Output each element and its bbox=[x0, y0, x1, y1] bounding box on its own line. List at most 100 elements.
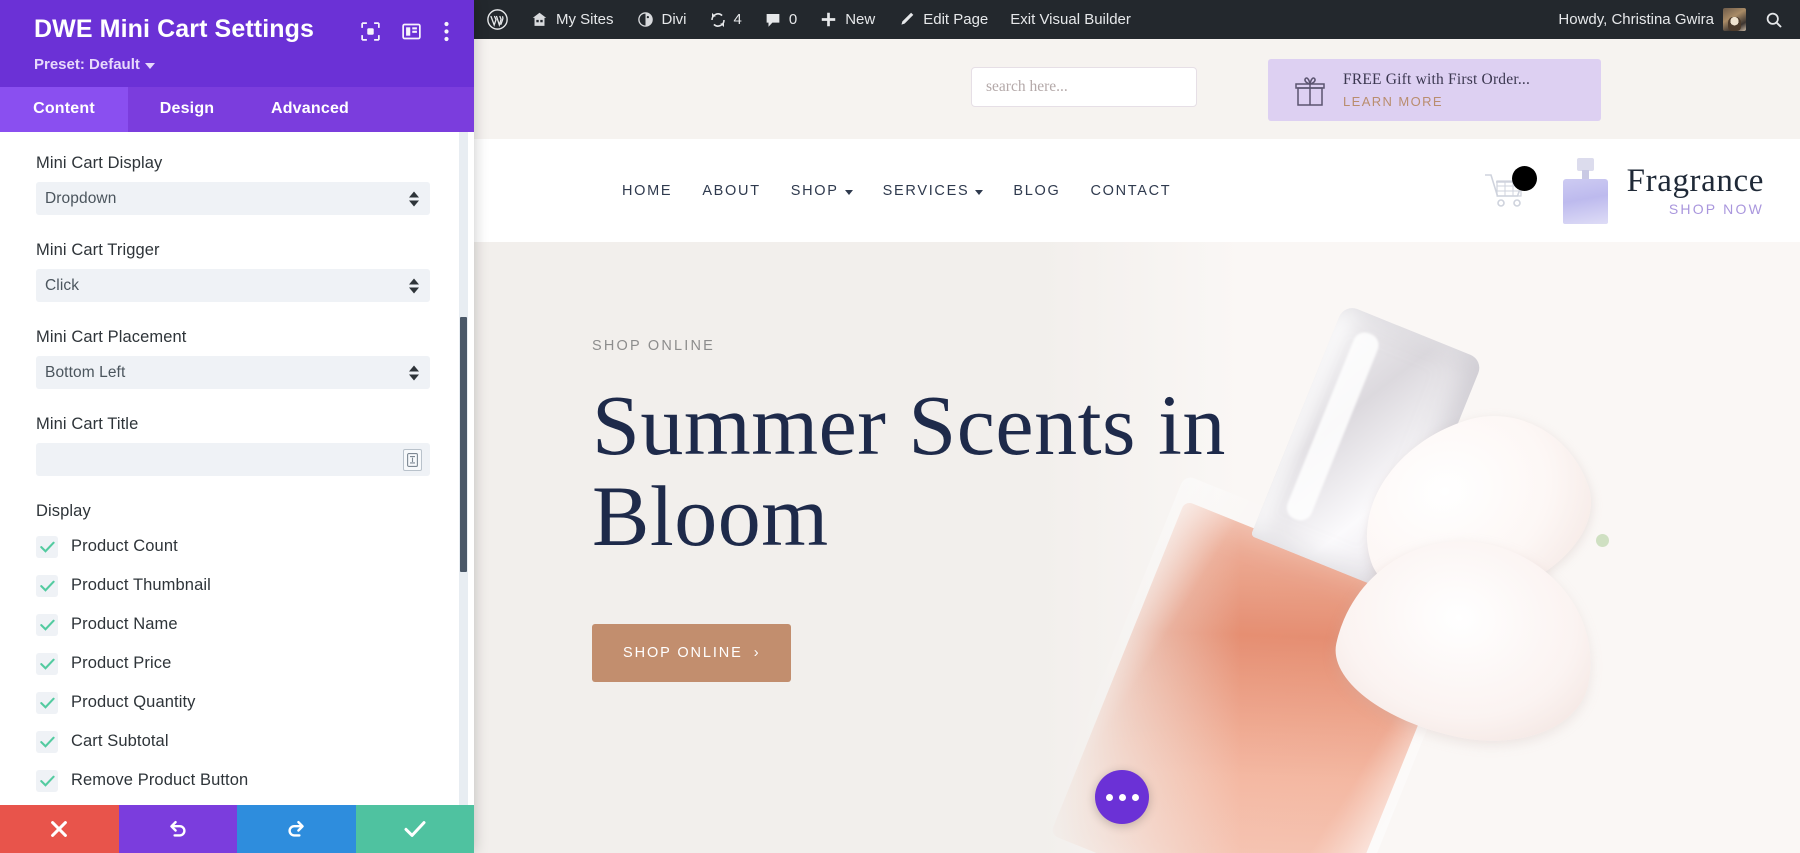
checkbox[interactable] bbox=[36, 730, 58, 753]
checkbox[interactable] bbox=[36, 769, 58, 792]
admin-bar-item-divi[interactable]: Divi bbox=[625, 0, 698, 39]
nav-item-about[interactable]: ABOUT bbox=[687, 183, 775, 199]
ellipsis-icon bbox=[1131, 793, 1139, 801]
check-icon bbox=[404, 821, 426, 837]
nav-item-services[interactable]: SERVICES bbox=[868, 183, 999, 199]
checkbox-row-product-count[interactable]: Product Count bbox=[36, 527, 436, 566]
dynamic-content-icon[interactable] bbox=[403, 448, 422, 471]
arrow-right-icon: › bbox=[753, 645, 761, 662]
checkbox[interactable] bbox=[36, 574, 58, 597]
chevron-down-icon bbox=[144, 63, 155, 69]
account-menu[interactable]: Howdy, Christina Gwira bbox=[1544, 8, 1756, 31]
checkbox[interactable] bbox=[36, 652, 58, 675]
checkbox-row-product-thumbnail[interactable]: Product Thumbnail bbox=[36, 566, 436, 605]
admin-bar-label: Exit Visual Builder bbox=[1010, 11, 1131, 28]
updates-icon bbox=[710, 12, 725, 27]
mini-cart-button[interactable] bbox=[1481, 165, 1537, 214]
settings-header-actions bbox=[361, 16, 450, 47]
cancel-button[interactable] bbox=[0, 805, 119, 853]
admin-bar-item-comments[interactable]: 0 bbox=[753, 0, 808, 39]
checkbox[interactable] bbox=[36, 691, 58, 714]
admin-bar-item-updates[interactable]: 4 bbox=[698, 0, 753, 39]
checkbox-label: Product Quantity bbox=[71, 693, 196, 711]
search-input[interactable] bbox=[972, 68, 1196, 106]
admin-bar-right-group: Howdy, Christina Gwira bbox=[1544, 8, 1800, 31]
admin-bar-label: 4 bbox=[733, 11, 742, 28]
panel-layout-icon[interactable] bbox=[402, 22, 421, 46]
promo-headline: FREE Gift with First Order... bbox=[1343, 71, 1531, 88]
checkbox[interactable] bbox=[36, 613, 58, 636]
select-value: Click bbox=[45, 276, 80, 294]
admin-bar-label: Divi bbox=[661, 11, 687, 28]
admin-bar-label: My Sites bbox=[556, 11, 614, 28]
undo-button[interactable] bbox=[118, 805, 237, 853]
chevron-down-icon bbox=[844, 189, 853, 195]
flower-stem-decoration bbox=[1596, 534, 1609, 547]
mini-cart-title-field[interactable] bbox=[36, 443, 430, 476]
checkbox[interactable] bbox=[36, 535, 58, 558]
wordpress-logo-button[interactable] bbox=[474, 0, 519, 39]
field-mini-cart-trigger: Mini Cart Trigger Click bbox=[36, 241, 436, 302]
checkbox-row-product-price[interactable]: Product Price bbox=[36, 644, 436, 683]
field-mini-cart-placement: Mini Cart Placement Bottom Left bbox=[36, 328, 436, 389]
field-label: Mini Cart Display bbox=[36, 154, 163, 172]
preset-selector[interactable]: Preset: Default bbox=[34, 56, 452, 73]
promo-learn-more-link[interactable]: LEARN MORE bbox=[1343, 94, 1530, 109]
mini-cart-title-input[interactable] bbox=[36, 443, 430, 476]
tab-design[interactable]: Design bbox=[128, 87, 246, 132]
admin-bar-item-my-sites[interactable]: My Sites bbox=[519, 0, 625, 39]
admin-bar-left-group: My Sites Divi 4 0 New Edit Page Exit Vis… bbox=[474, 0, 1142, 39]
save-button[interactable] bbox=[355, 805, 474, 853]
nav-label: SHOP bbox=[790, 182, 839, 199]
admin-bar-search-button[interactable] bbox=[1756, 10, 1800, 30]
admin-bar-item-exit-visual-builder[interactable]: Exit Visual Builder bbox=[999, 0, 1142, 39]
nav-item-shop[interactable]: SHOP bbox=[776, 183, 868, 199]
divi-settings-fab[interactable] bbox=[1095, 770, 1149, 824]
checkbox-row-cart-subtotal[interactable]: Cart Subtotal bbox=[36, 722, 436, 761]
redo-button[interactable] bbox=[237, 805, 356, 853]
mini-cart-display-select[interactable]: Dropdown bbox=[36, 182, 430, 215]
mini-cart-placement-select[interactable]: Bottom Left bbox=[36, 356, 430, 389]
preset-label: Preset: Default bbox=[34, 56, 140, 73]
hero-section: SHOP ONLINE Summer Scents in Bloom SHOP … bbox=[474, 242, 1800, 853]
tab-content[interactable]: Content bbox=[0, 87, 128, 132]
checkbox-row-remove-product-button[interactable]: Remove Product Button bbox=[36, 761, 436, 800]
panel-scrollbar-thumb[interactable] bbox=[460, 317, 467, 572]
nav-label: CONTACT bbox=[1090, 182, 1172, 199]
checkbox-row-product-quantity[interactable]: Product Quantity bbox=[36, 683, 436, 722]
howdy-label: Howdy, Christina Gwira bbox=[1558, 11, 1714, 28]
promo-banner[interactable]: FREE Gift with First Order... LEARN MORE bbox=[1268, 59, 1601, 121]
nav-item-home[interactable]: HOME bbox=[607, 183, 687, 199]
nav-item-blog[interactable]: BLOG bbox=[998, 183, 1075, 199]
select-spinner-icon bbox=[409, 278, 419, 293]
nav-label: HOME bbox=[622, 182, 673, 199]
undo-icon bbox=[169, 820, 186, 837]
site-search-box[interactable] bbox=[971, 67, 1197, 107]
field-label: Mini Cart Title bbox=[36, 415, 139, 433]
field-label: Mini Cart Placement bbox=[36, 328, 187, 346]
more-options-icon[interactable] bbox=[443, 21, 450, 47]
hero-cta-button[interactable]: SHOP ONLINE › bbox=[592, 624, 792, 683]
brand-shop-now-link[interactable]: SHOP NOW bbox=[1669, 201, 1764, 217]
admin-bar-item-edit-page[interactable]: Edit Page bbox=[886, 0, 999, 39]
admin-bar-item-new[interactable]: New bbox=[808, 0, 886, 39]
field-mini-cart-display: Mini Cart Display Dropdown bbox=[36, 154, 436, 215]
select-value: Dropdown bbox=[45, 189, 117, 207]
site-top-bar: FREE Gift with First Order... LEARN MORE bbox=[474, 39, 1800, 139]
checkbox-label: Product Thumbnail bbox=[71, 576, 211, 594]
brand-bottle-logo-icon bbox=[1555, 157, 1617, 224]
focus-target-icon[interactable] bbox=[361, 22, 380, 46]
select-value: Bottom Left bbox=[45, 363, 126, 381]
tab-advanced[interactable]: Advanced bbox=[246, 87, 374, 132]
select-spinner-icon bbox=[409, 365, 419, 380]
nav-label: SERVICES bbox=[882, 182, 970, 199]
nav-item-contact[interactable]: CONTACT bbox=[1075, 183, 1186, 199]
primary-menu: HOME ABOUT SHOP SERVICES BLOG CONTACT bbox=[607, 183, 1186, 199]
redo-icon bbox=[288, 820, 305, 837]
field-label: Mini Cart Trigger bbox=[36, 241, 160, 259]
settings-panel-header: DWE Mini Cart Settings Preset: Default bbox=[0, 0, 474, 87]
checkbox-row-product-name[interactable]: Product Name bbox=[36, 605, 436, 644]
brand-text-group: Fragrance SHOP NOW bbox=[1627, 164, 1764, 217]
mini-cart-trigger-select[interactable]: Click bbox=[36, 269, 430, 302]
display-options-group: Display Product Count Product Thumbnail bbox=[36, 502, 436, 800]
